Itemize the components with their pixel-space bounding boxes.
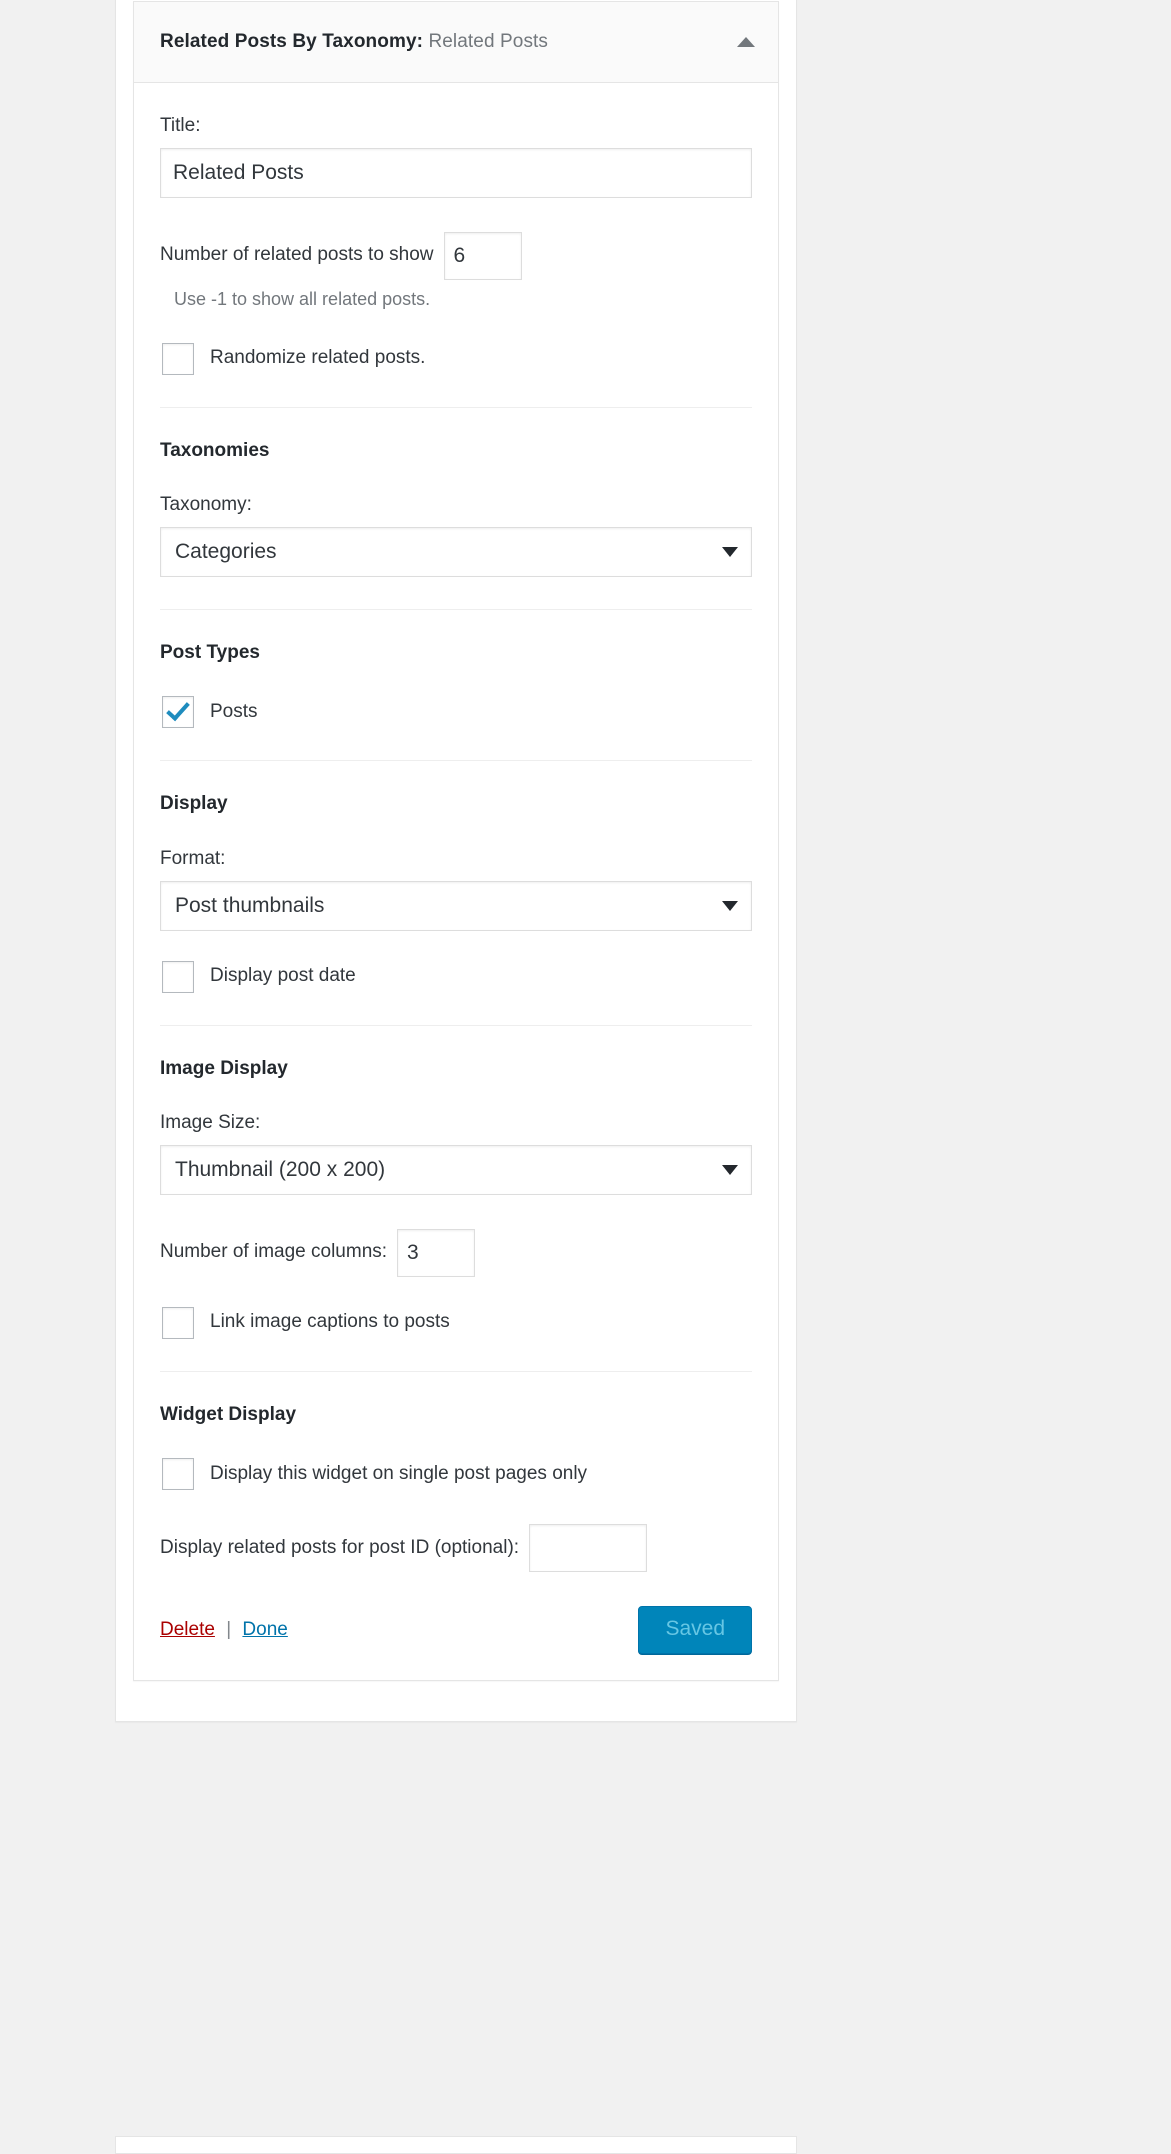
widget-type-label: Related Posts By Taxonomy: — [160, 30, 424, 52]
widget-instance-name: Related Posts — [428, 30, 549, 52]
display-heading: Display — [160, 793, 228, 815]
taxonomy-select[interactable]: Categories — [160, 526, 752, 577]
image-size-field: Image Size: Thumbnail (200 x 200) — [160, 1110, 752, 1195]
widget-title: Related Posts By Taxonomy: Related Posts — [134, 30, 548, 55]
delete-link[interactable]: Delete — [160, 1619, 215, 1640]
post-type-posts-row[interactable]: Posts — [160, 696, 752, 729]
done-link[interactable]: Done — [242, 1619, 287, 1640]
divider-post-types — [160, 608, 752, 610]
randomize-label[interactable]: Randomize related posts. — [210, 345, 425, 372]
save-button[interactable]: Saved — [638, 1606, 752, 1655]
widget-display-heading: Widget Display — [160, 1403, 297, 1425]
display-post-date-row[interactable]: Display post date — [160, 960, 752, 993]
post-types-heading: Post Types — [160, 641, 260, 663]
post-id-input[interactable] — [529, 1524, 648, 1573]
next-widget-panel — [115, 2136, 797, 2154]
posts-count-help: Use -1 to show all related posts. — [174, 288, 431, 309]
post-type-posts-checkbox[interactable] — [162, 696, 194, 729]
single-post-only-label[interactable]: Display this widget on single post pages… — [210, 1461, 587, 1488]
widget-collapse-button[interactable] — [714, 2, 778, 82]
post-id-row: Display related posts for post ID (optio… — [160, 1524, 752, 1573]
image-size-select[interactable]: Thumbnail (200 x 200) — [160, 1144, 752, 1195]
image-columns-label: Number of image columns: — [160, 1241, 388, 1263]
display-post-date-label[interactable]: Display post date — [210, 963, 356, 990]
divider-widget-display — [160, 1370, 752, 1372]
link-captions-row[interactable]: Link image captions to posts — [160, 1306, 752, 1339]
format-field: Format: Post thumbnails — [160, 846, 752, 931]
post-id-label: Display related posts for post ID (optio… — [160, 1537, 520, 1559]
widget-footer-actions: Delete | Done Saved — [160, 1606, 752, 1655]
taxonomy-select-wrap: Categories — [160, 526, 752, 577]
post-type-posts-label[interactable]: Posts — [210, 699, 258, 726]
randomize-row[interactable]: Randomize related posts. — [160, 342, 752, 375]
divider-image-display — [160, 1024, 752, 1026]
display-post-date-checkbox[interactable] — [162, 960, 194, 993]
image-columns-row: Number of image columns: — [160, 1228, 752, 1277]
format-select-wrap: Post thumbnails — [160, 880, 752, 931]
posts-count-label: Number of related posts to show — [160, 244, 434, 266]
format-select[interactable]: Post thumbnails — [160, 880, 752, 931]
taxonomy-field: Taxonomy: Categories — [160, 492, 752, 577]
posts-count-row: Number of related posts to show — [160, 231, 752, 280]
image-columns-input[interactable] — [397, 1228, 476, 1277]
link-captions-checkbox[interactable] — [162, 1306, 194, 1339]
single-post-only-row[interactable]: Display this widget on single post pages… — [160, 1458, 752, 1491]
link-captions-label[interactable]: Link image captions to posts — [210, 1309, 450, 1336]
title-label: Title: — [160, 115, 201, 136]
related-posts-widget: Related Posts By Taxonomy: Related Posts… — [133, 1, 779, 1682]
image-size-select-wrap: Thumbnail (200 x 200) — [160, 1144, 752, 1195]
format-label: Format: — [160, 847, 226, 869]
widgets-page: Related Posts By Taxonomy: Related Posts… — [0, 0, 1171, 2154]
widget-area-column: Related Posts By Taxonomy: Related Posts… — [115, 0, 797, 1723]
posts-count-input[interactable] — [443, 231, 522, 280]
widget-header[interactable]: Related Posts By Taxonomy: Related Posts — [134, 2, 778, 83]
widget-body: Title: Number of related posts to show U… — [134, 83, 778, 1680]
divider-display — [160, 760, 752, 762]
image-size-label: Image Size: — [160, 1112, 261, 1134]
title-input[interactable] — [160, 147, 752, 198]
taxonomy-label: Taxonomy: — [160, 494, 252, 516]
divider-taxonomies — [160, 406, 752, 408]
single-post-only-checkbox[interactable] — [162, 1458, 194, 1491]
caret-up-icon — [737, 37, 755, 47]
randomize-checkbox[interactable] — [162, 342, 194, 375]
action-separator: | — [226, 1619, 232, 1641]
taxonomies-heading: Taxonomies — [160, 439, 270, 461]
widget-footer-links: Delete | Done — [160, 1619, 288, 1641]
image-display-heading: Image Display — [160, 1057, 288, 1079]
